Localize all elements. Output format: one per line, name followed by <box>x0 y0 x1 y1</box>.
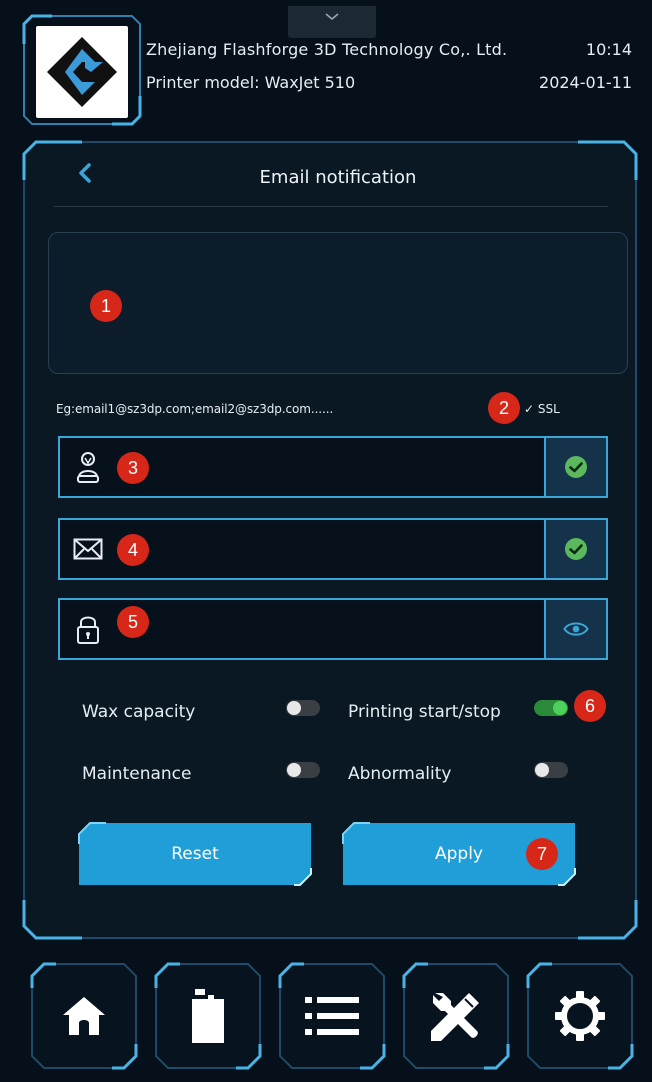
toggle-printing-start-stop[interactable] <box>534 700 568 716</box>
nav-jobs[interactable] <box>278 962 386 1070</box>
nav-home[interactable] <box>30 962 138 1070</box>
chevron-down-icon <box>325 13 339 21</box>
nav-materials[interactable] <box>154 962 262 1070</box>
toggle-knob <box>287 701 301 715</box>
option-label-printing-start-stop: Printing start/stop <box>348 702 501 722</box>
tools-icon <box>402 962 510 1070</box>
reset-button-label: Reset <box>171 844 219 864</box>
ssl-checkbox[interactable]: ✓ SSL <box>524 402 560 416</box>
company-name: Zhejiang Flashforge 3D Technology Co,. L… <box>146 40 508 59</box>
user-badge-icon <box>60 438 116 496</box>
pull-down-tab[interactable] <box>288 6 376 38</box>
recipients-input[interactable] <box>48 232 628 374</box>
toggle-knob <box>535 763 549 777</box>
toggle-knob <box>287 763 301 777</box>
nav-tools[interactable] <box>402 962 510 1070</box>
wax-bottle-icon <box>154 962 262 1070</box>
sender-email-input[interactable] <box>116 520 544 578</box>
eye-icon <box>563 622 589 636</box>
lock-icon <box>60 600 116 658</box>
option-label-wax-capacity: Wax capacity <box>82 702 196 722</box>
option-label-maintenance: Maintenance <box>82 764 192 784</box>
show-password-button[interactable] <box>544 600 606 658</box>
printer-model: Printer model: WaxJet 510 <box>146 73 356 92</box>
title-divider <box>54 206 608 207</box>
check-circle-icon <box>565 456 587 478</box>
marker-badge-7: 7 <box>526 838 558 870</box>
marker-badge-4: 4 <box>117 534 149 566</box>
recipients-example-hint: Eg:email1@sz3dp.com;email2@sz3dp.com....… <box>56 402 334 416</box>
password-input[interactable] <box>116 600 544 658</box>
reset-button[interactable]: Reset <box>78 822 312 886</box>
logo-tile <box>36 26 128 118</box>
gear-icon <box>526 962 634 1070</box>
screen: Zhejiang Flashforge 3D Technology Co,. L… <box>0 0 652 1082</box>
list-icon <box>278 962 386 1070</box>
marker-badge-2: 2 <box>488 392 520 424</box>
marker-badge-5: 5 <box>117 606 149 638</box>
clock-date: 2024-01-11 <box>539 73 632 92</box>
sender-name-input[interactable] <box>116 438 544 496</box>
marker-badge-6: 6 <box>574 690 606 722</box>
flashforge-logo-icon <box>47 37 117 107</box>
page-title: Email notification <box>259 167 417 188</box>
toggle-maintenance[interactable] <box>286 762 320 778</box>
home-icon <box>30 962 138 1070</box>
nav-settings[interactable] <box>526 962 634 1070</box>
marker-badge-1: 1 <box>90 290 122 322</box>
toggle-wax-capacity[interactable] <box>286 700 320 716</box>
sender-name-valid-button[interactable] <box>544 438 606 496</box>
envelope-icon <box>60 520 116 578</box>
brand-logo <box>22 14 142 126</box>
check-circle-icon <box>565 538 587 560</box>
clock-time: 10:14 <box>585 40 632 59</box>
toggle-abnormality[interactable] <box>534 762 568 778</box>
sender-email-valid-button[interactable] <box>544 520 606 578</box>
option-label-abnormality: Abnormality <box>348 764 452 784</box>
marker-badge-3: 3 <box>117 452 149 484</box>
toggle-knob <box>553 701 567 715</box>
